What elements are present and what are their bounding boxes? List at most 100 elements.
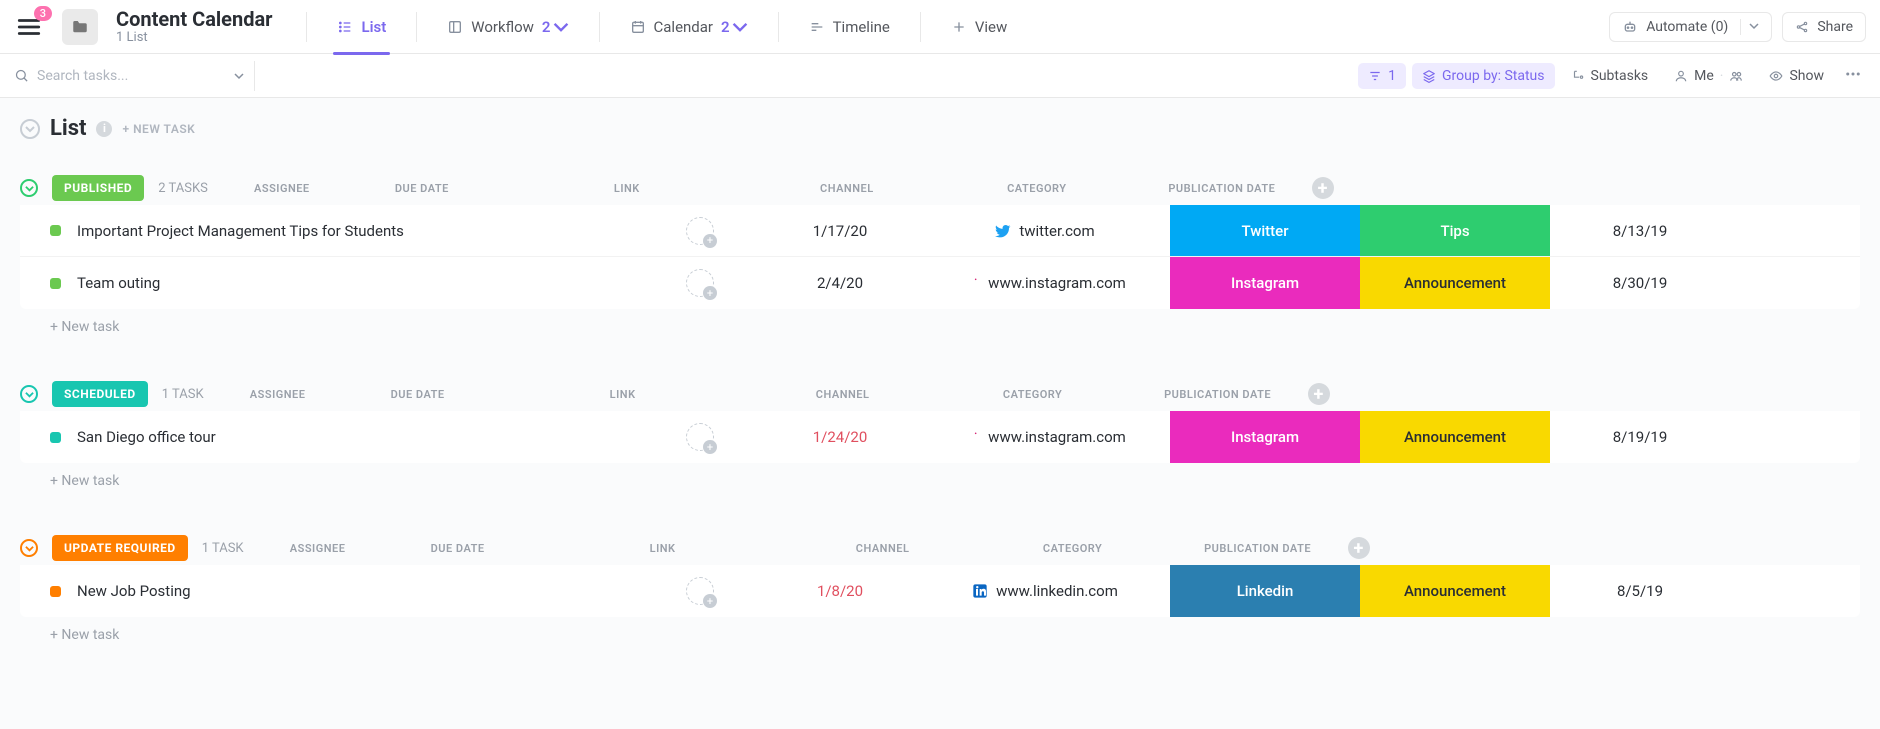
assignee-cell[interactable] bbox=[640, 205, 760, 256]
plus-icon bbox=[951, 19, 967, 35]
add-column-button[interactable]: + bbox=[1308, 383, 1348, 405]
due-date-cell[interactable]: 1/17/20 bbox=[760, 205, 920, 256]
due-date-cell[interactable]: 1/8/20 bbox=[760, 565, 920, 617]
link-cell[interactable]: www.instagram.com bbox=[920, 257, 1170, 309]
col-link[interactable]: LINK bbox=[498, 388, 748, 401]
divider bbox=[599, 12, 600, 42]
chevron-down-icon[interactable] bbox=[234, 71, 244, 81]
add-view-button[interactable]: View bbox=[937, 0, 1021, 54]
tab-timeline[interactable]: Timeline bbox=[795, 0, 904, 54]
status-pill[interactable]: PUBLISHED bbox=[52, 175, 144, 201]
channel-cell[interactable]: Instagram bbox=[1170, 257, 1360, 309]
content-area: List i + NEW TASK PUBLISHED 2 TASKS ASSI… bbox=[0, 98, 1880, 729]
channel-cell[interactable]: Twitter bbox=[1170, 205, 1360, 256]
task-row[interactable]: New Job Posting 1/8/20 www.linkedin.com … bbox=[20, 565, 1860, 617]
col-channel[interactable]: CHANNEL bbox=[748, 388, 938, 401]
chevron-down-icon bbox=[25, 544, 34, 553]
link-cell[interactable]: www.instagram.com bbox=[920, 411, 1170, 463]
tab-workflow-count: 2 bbox=[542, 18, 551, 36]
new-task-button[interactable]: + New task bbox=[20, 309, 1860, 345]
pubdate-cell[interactable]: 8/19/19 bbox=[1550, 411, 1730, 463]
collapse-all[interactable] bbox=[20, 119, 40, 139]
folder-button[interactable] bbox=[62, 9, 98, 45]
collapse-group-button[interactable] bbox=[20, 385, 38, 403]
channel-cell[interactable]: Linkedin bbox=[1170, 565, 1360, 617]
col-link[interactable]: LINK bbox=[502, 182, 752, 195]
title-block: Content Calendar 1 List bbox=[116, 8, 272, 45]
info-icon[interactable]: i bbox=[96, 121, 112, 137]
col-assignee[interactable]: ASSIGNEE bbox=[258, 542, 378, 555]
calendar-icon bbox=[630, 19, 646, 35]
new-task-button[interactable]: + New task bbox=[20, 463, 1860, 499]
pubdate-cell[interactable]: 8/13/19 bbox=[1550, 205, 1730, 256]
col-pubdate[interactable]: PUBLICATION DATE bbox=[1132, 182, 1312, 195]
filter-chip[interactable]: 1 bbox=[1358, 63, 1406, 89]
col-link[interactable]: LINK bbox=[538, 542, 788, 555]
col-due[interactable]: DUE DATE bbox=[338, 388, 498, 401]
col-assignee[interactable]: ASSIGNEE bbox=[218, 388, 338, 401]
share-button[interactable]: Share bbox=[1782, 12, 1866, 42]
assignee-placeholder-icon bbox=[686, 577, 714, 605]
menu-toggle[interactable]: 3 bbox=[14, 12, 44, 42]
category-cell[interactable]: Tips bbox=[1360, 205, 1550, 256]
col-assignee[interactable]: ASSIGNEE bbox=[222, 182, 342, 195]
search-input[interactable] bbox=[37, 68, 226, 84]
col-pubdate[interactable]: PUBLICATION DATE bbox=[1168, 542, 1348, 555]
category-cell[interactable]: Announcement bbox=[1360, 257, 1550, 309]
channel-tag: Twitter bbox=[1170, 205, 1360, 256]
show-chip[interactable]: Show bbox=[1759, 63, 1834, 89]
pubdate-cell[interactable]: 8/5/19 bbox=[1550, 565, 1730, 617]
tab-calendar-count: 2 bbox=[721, 18, 730, 36]
groupby-chip[interactable]: Group by: Status bbox=[1412, 63, 1554, 89]
assignee-placeholder-icon bbox=[686, 423, 714, 451]
subtasks-chip[interactable]: Subtasks bbox=[1561, 63, 1659, 89]
search-wrap bbox=[14, 68, 244, 84]
me-chip[interactable]: Me · bbox=[1664, 63, 1753, 89]
notification-badge: 3 bbox=[34, 6, 52, 21]
link-cell[interactable]: www.linkedin.com bbox=[920, 565, 1170, 617]
task-row[interactable]: San Diego office tour 1/24/20 www.instag… bbox=[20, 411, 1860, 463]
tab-calendar-label: Calendar bbox=[654, 18, 714, 36]
twitter-icon bbox=[995, 223, 1011, 239]
tab-workflow[interactable]: Workflow 2 bbox=[433, 0, 582, 54]
new-task-header-button[interactable]: + NEW TASK bbox=[122, 122, 195, 136]
status-pill[interactable]: UPDATE REQUIRED bbox=[52, 535, 188, 561]
assignee-cell[interactable] bbox=[640, 565, 760, 617]
col-channel[interactable]: CHANNEL bbox=[752, 182, 942, 195]
task-row[interactable]: Team outing 2/4/20 www.instagram.com Ins… bbox=[20, 257, 1860, 309]
more-menu[interactable] bbox=[1840, 61, 1866, 91]
assignee-cell[interactable] bbox=[640, 257, 760, 309]
status-pill[interactable]: SCHEDULED bbox=[52, 381, 148, 407]
tab-calendar[interactable]: Calendar 2 bbox=[616, 0, 762, 54]
col-category[interactable]: CATEGORY bbox=[978, 542, 1168, 555]
collapse-group-button[interactable] bbox=[20, 539, 38, 557]
category-cell[interactable]: Announcement bbox=[1360, 565, 1550, 617]
assignee-cell[interactable] bbox=[640, 411, 760, 463]
col-category[interactable]: CATEGORY bbox=[938, 388, 1128, 401]
col-due[interactable]: DUE DATE bbox=[378, 542, 538, 555]
add-column-button[interactable]: + bbox=[1312, 177, 1352, 199]
task-count: 1 TASK bbox=[162, 387, 204, 402]
plus-circle-icon: + bbox=[1308, 383, 1330, 405]
divider bbox=[778, 12, 779, 42]
groupby-label: Group by: Status bbox=[1442, 68, 1544, 84]
tab-list[interactable]: List bbox=[323, 0, 400, 54]
task-row[interactable]: Important Project Management Tips for St… bbox=[20, 205, 1860, 257]
automate-button[interactable]: Automate (0) bbox=[1609, 12, 1772, 42]
col-channel[interactable]: CHANNEL bbox=[788, 542, 978, 555]
category-cell[interactable]: Announcement bbox=[1360, 411, 1550, 463]
channel-cell[interactable]: Instagram bbox=[1170, 411, 1360, 463]
col-pubdate[interactable]: PUBLICATION DATE bbox=[1128, 388, 1308, 401]
add-column-button[interactable]: + bbox=[1348, 537, 1388, 559]
due-date-cell[interactable]: 2/4/20 bbox=[760, 257, 920, 309]
pubdate-cell[interactable]: 8/30/19 bbox=[1550, 257, 1730, 309]
link-cell[interactable]: twitter.com bbox=[920, 205, 1170, 256]
status-group: PUBLISHED 2 TASKS ASSIGNEE DUE DATE LINK… bbox=[20, 175, 1860, 345]
channel-tag: Linkedin bbox=[1170, 565, 1360, 617]
list-title: List bbox=[50, 116, 86, 141]
new-task-button[interactable]: + New task bbox=[20, 617, 1860, 653]
collapse-group-button[interactable] bbox=[20, 179, 38, 197]
col-due[interactable]: DUE DATE bbox=[342, 182, 502, 195]
col-category[interactable]: CATEGORY bbox=[942, 182, 1132, 195]
due-date-cell[interactable]: 1/24/20 bbox=[760, 411, 920, 463]
